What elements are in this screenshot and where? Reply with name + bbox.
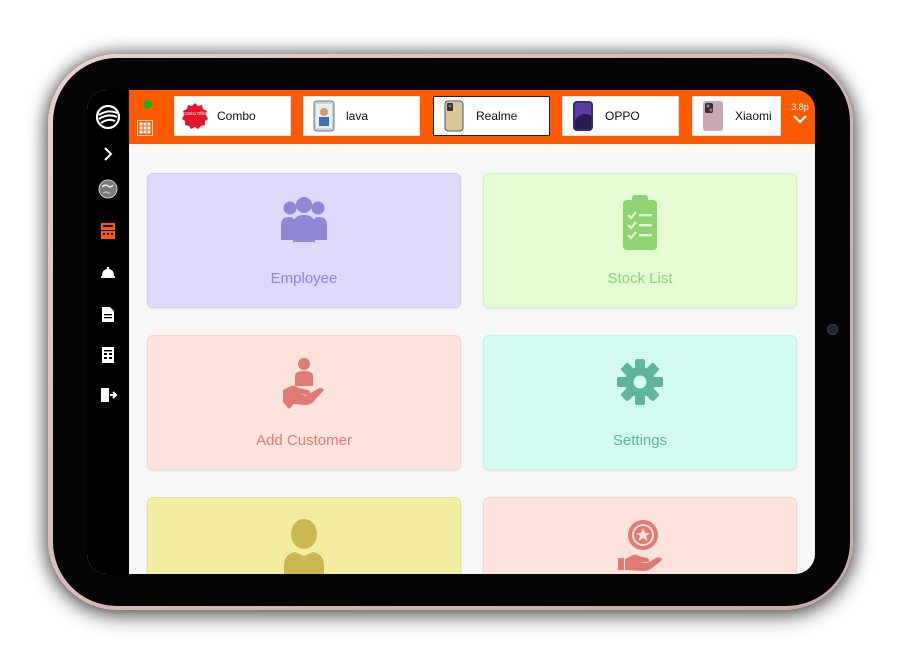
more-categories-button[interactable]: 3.8p	[789, 102, 811, 130]
tile-title: Add Customer	[256, 432, 352, 449]
users-icon	[148, 194, 460, 250]
category-label: Combo	[217, 109, 256, 123]
keypad-grid-icon[interactable]	[136, 119, 154, 137]
status-area	[135, 100, 157, 140]
tile-title: Settings	[612, 432, 668, 449]
hand-star-badge-icon	[484, 518, 796, 574]
user-icon	[148, 518, 460, 574]
loyalty-reward-tile[interactable]	[483, 497, 797, 574]
category-oppo[interactable]: OPPO	[562, 96, 679, 136]
category-lava[interactable]: lava	[303, 96, 420, 136]
globe-icon[interactable]	[98, 179, 118, 199]
combo-offer-badge-icon: Combo Offer!	[181, 100, 209, 132]
category-bar: Combo Offer! Combo lava Realme OPPO Xiao…	[129, 90, 815, 144]
logout-icon[interactable]	[98, 385, 118, 405]
sidebar	[87, 90, 129, 574]
realme-phone-thumbnail-icon	[440, 100, 468, 132]
gear-icon	[484, 356, 796, 412]
app-logo-icon[interactable]	[95, 104, 121, 130]
category-label: OPPO	[605, 109, 640, 123]
cloche-icon[interactable]	[98, 263, 118, 283]
category-label: lava	[346, 109, 369, 123]
tile-title: Stock List	[607, 270, 673, 287]
receipt-icon[interactable]	[98, 345, 118, 365]
category-label: Realme	[476, 109, 518, 123]
app-screen: Combo Offer! Combo lava Realme OPPO Xiao…	[87, 90, 815, 574]
lava-phone-thumbnail-icon	[310, 100, 338, 132]
add-customer-tile[interactable]: Add Customer	[147, 335, 461, 470]
chevron-right-icon[interactable]	[98, 144, 118, 164]
profile-tile[interactable]	[147, 497, 461, 574]
category-label: Xiaomi	[735, 109, 772, 123]
document-icon[interactable]	[98, 304, 118, 324]
stock-list-tile[interactable]: Stock List	[483, 173, 797, 308]
cash-register-icon[interactable]	[98, 221, 118, 241]
more-categories-label: 3.8p	[791, 102, 809, 112]
clipboard-checklist-icon	[484, 194, 796, 250]
employee-tile[interactable]: Employee	[147, 173, 461, 308]
settings-tile[interactable]: Settings	[483, 335, 797, 470]
hand-holding-person-icon	[148, 356, 460, 412]
category-xiaomi[interactable]: Xiaomi	[692, 96, 781, 136]
online-status-icon	[143, 100, 152, 109]
oppo-phone-thumbnail-icon	[569, 100, 597, 132]
svg-text:Combo Offer!: Combo Offer!	[182, 111, 207, 116]
xiaomi-phone-thumbnail-icon	[699, 100, 727, 132]
dashboard-grid: Employee Stock List Add Customer Setting…	[129, 144, 815, 574]
chevron-down-icon	[793, 115, 807, 124]
tile-title: Employee	[270, 270, 338, 287]
camera-icon	[827, 324, 838, 335]
category-combo[interactable]: Combo Offer! Combo	[174, 96, 291, 136]
category-realme[interactable]: Realme	[433, 96, 550, 136]
